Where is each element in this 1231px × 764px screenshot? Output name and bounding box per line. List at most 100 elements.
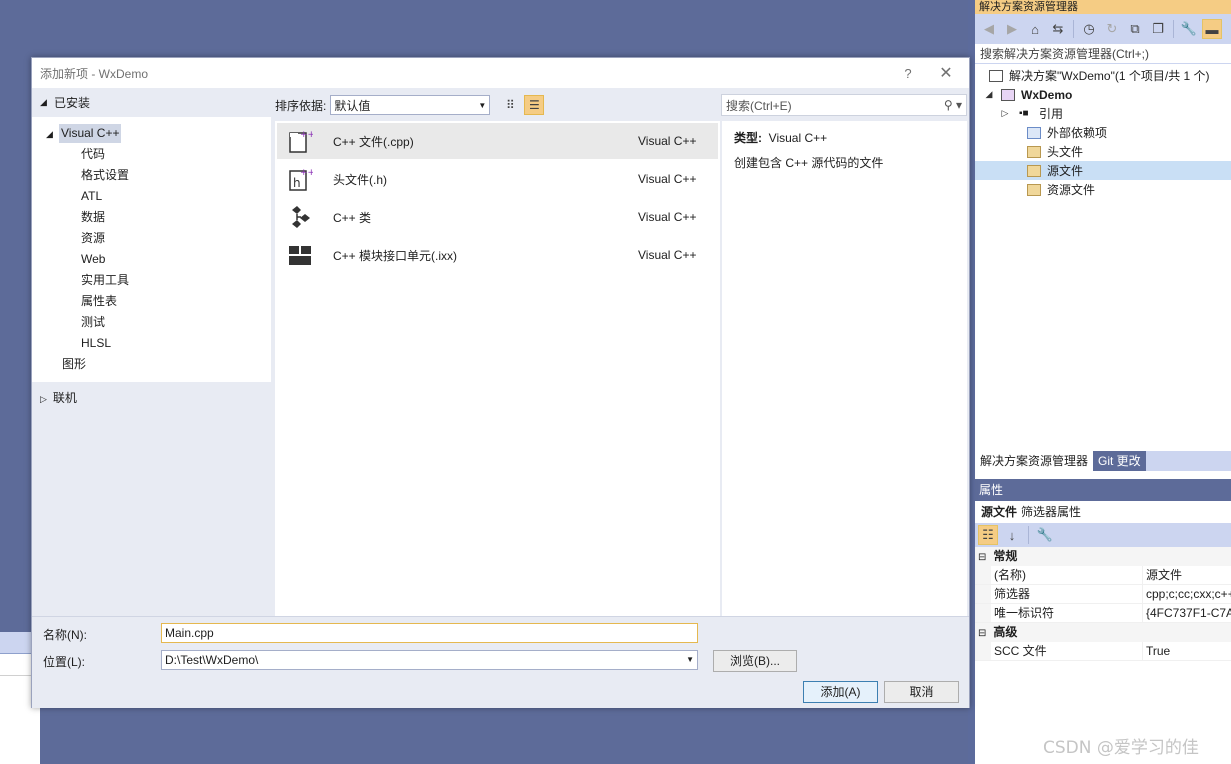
home-icon[interactable]: ⌂ <box>1025 19 1045 39</box>
categorized-icon[interactable]: ☷ <box>978 525 998 545</box>
tree-item-project[interactable]: ◢ WxDemo <box>975 85 1231 104</box>
filter-folder-icon <box>1027 145 1041 158</box>
switch-views-icon[interactable]: ⇆ <box>1048 19 1068 39</box>
back-icon[interactable]: ◀ <box>979 19 999 39</box>
forward-icon[interactable]: ▶ <box>1002 19 1022 39</box>
properties-object-selector[interactable]: 源文件 筛选器属性 <box>975 501 1231 523</box>
chevron-down-icon: ▼ <box>478 100 487 110</box>
category-item[interactable]: ATL <box>81 187 102 206</box>
tree-item-label: 头文件 <box>1047 145 1084 159</box>
show-all-files-icon[interactable]: ❐ <box>1148 19 1168 39</box>
template-item-class[interactable]: C++ 类 Visual C++ <box>277 199 718 235</box>
collapse-arrow-icon[interactable]: ◢ <box>46 125 53 144</box>
tree-item-header-files[interactable]: 头文件 <box>975 142 1231 161</box>
add-button[interactable]: 添加(A) <box>803 681 878 703</box>
category-item[interactable]: 测试 <box>81 313 105 332</box>
pending-changes-icon[interactable]: ◷ <box>1079 19 1099 39</box>
category-item[interactable]: 代码 <box>81 145 105 164</box>
property-row[interactable]: 筛选器cpp;c;cc;cxx;c++;cppm;ixx;def;odl;idl… <box>975 585 1231 604</box>
tab-solution-explorer[interactable]: 解决方案资源管理器 <box>975 451 1094 471</box>
svg-text:h: h <box>293 176 301 190</box>
tree-item-label: WxDemo <box>1021 87 1073 102</box>
category-tree: ◢ Visual C++ 代码 格式设置 ATL 数据 资源 Web 实用工具 … <box>32 117 271 382</box>
category-general[interactable]: ⊟ 常规 <box>975 547 1231 566</box>
category-item[interactable]: 实用工具 <box>81 271 129 290</box>
tree-item-source-files[interactable]: 源文件 <box>975 161 1231 180</box>
references-icon: ▪■ <box>1019 107 1029 119</box>
expand-arrow-icon[interactable]: ▷ <box>40 394 47 404</box>
collapse-icon[interactable]: ⊟ <box>978 624 990 643</box>
category-item[interactable]: 数据 <box>81 208 105 227</box>
location-combobox[interactable]: D:\Test\WxDemo\ ▼ <box>161 650 698 670</box>
category-item[interactable]: 属性表 <box>81 292 117 311</box>
alphabetical-icon[interactable]: ↓ <box>1002 525 1022 545</box>
tree-item-label: 外部依赖项 <box>1047 126 1108 140</box>
search-icon[interactable]: ⚲ ▾ <box>944 98 962 112</box>
property-grid: ⊟ 常规 (名称)源文件 筛选器cpp;c;cc;cxx;c++;cppm;ix… <box>975 547 1231 661</box>
solution-explorer-search[interactable]: 搜索解决方案资源管理器(Ctrl+;) <box>975 44 1231 64</box>
online-header[interactable]: ▷ 联机 <box>40 389 77 406</box>
tree-item-label: 资源文件 <box>1047 183 1096 197</box>
category-item[interactable]: Web <box>81 250 105 269</box>
category-item[interactable]: HLSL <box>81 334 111 353</box>
detail-type: 类型: Visual C++ <box>734 131 828 145</box>
help-button[interactable]: ? <box>893 66 923 81</box>
filter-folder-icon <box>1027 183 1041 196</box>
properties-wrench-icon[interactable]: 🔧 <box>1179 19 1199 39</box>
category-graphics[interactable]: 图形 <box>62 355 86 374</box>
template-item-module[interactable]: C++ 模块接口单元(.ixx) Visual C++ <box>277 237 718 273</box>
solution-explorer: 解决方案资源管理器 ◀ ▶ ⌂ ⇆ ◷ ↻ ⧉ ❐ 🔧 ▬ 搜索解决方案资源管理… <box>975 0 1231 764</box>
module-icon <box>287 242 313 268</box>
collapse-all-icon[interactable]: ⧉ <box>1125 19 1145 39</box>
category-item[interactable]: 资源 <box>81 229 105 248</box>
property-row[interactable]: SCC 文件 True <box>975 642 1231 661</box>
property-row[interactable]: (名称) 源文件 <box>975 566 1231 585</box>
category-advanced[interactable]: ⊟ 高级 <box>975 623 1231 642</box>
template-list: ++ C++ 文件(.cpp) Visual C++ h ++ 头文件(.h) V… <box>275 121 720 616</box>
properties-toolbar: ☷ ↓ 🔧 <box>975 523 1231 547</box>
properties-panel: 属性 源文件 筛选器属性 ☷ ↓ 🔧 ⊟ 常规 (名称) 源文件 筛选器 cpp;c;… <box>975 479 1231 764</box>
name-input[interactable]: Main.cpp <box>161 623 698 643</box>
property-pages-wrench-icon[interactable]: 🔧 <box>1035 525 1055 545</box>
preview-selected-icon[interactable]: ▬ <box>1202 19 1222 39</box>
project-icon <box>1001 88 1015 101</box>
list-view-icon[interactable]: ☰ <box>524 95 545 115</box>
properties-title: 属性 <box>975 479 1231 501</box>
close-button[interactable]: ✕ <box>923 63 969 83</box>
tree-item-label: 源文件 <box>1047 164 1084 178</box>
tree-item-references[interactable]: ▷ ▪■ 引用 <box>975 104 1231 123</box>
small-icons-view-icon[interactable]: ⠿ <box>500 95 520 115</box>
expand-arrow-icon[interactable]: ▷ <box>999 108 1011 119</box>
svg-text:++: ++ <box>300 168 313 178</box>
name-label: 名称(N): <box>43 628 87 642</box>
category-visual-cpp[interactable]: Visual C++ <box>59 124 122 143</box>
sort-label: 排序依据: <box>275 98 327 113</box>
category-item[interactable]: 格式设置 <box>81 166 129 185</box>
installed-header[interactable]: ◢ 已安装 <box>32 88 271 117</box>
solution-explorer-title: 解决方案资源管理器 <box>975 0 1231 14</box>
cpp-file-icon: ++ <box>287 128 313 154</box>
cancel-button[interactable]: 取消 <box>884 681 959 703</box>
location-label: 位置(L): <box>43 655 86 669</box>
collapse-icon[interactable]: ⊟ <box>978 548 990 567</box>
template-item-cpp[interactable]: ++ C++ 文件(.cpp) Visual C++ <box>277 123 718 159</box>
browse-button[interactable]: 浏览(B)... <box>713 650 797 672</box>
sort-select[interactable]: 默认值 ▼ <box>330 95 491 115</box>
tree-item-external-deps[interactable]: 外部依赖项 <box>975 123 1231 142</box>
filter-folder-icon <box>1027 164 1041 177</box>
template-detail-pane: 类型: Visual C++ 创建包含 C++ 源代码的文件 <box>721 121 967 616</box>
template-search-input[interactable]: 搜索(Ctrl+E) ⚲ ▾ <box>721 94 967 116</box>
template-item-header[interactable]: h ++ 头文件(.h) Visual C++ <box>277 161 718 197</box>
solution-tree: 解决方案"WxDemo"(1 个项目/共 1 个) ◢ WxDemo ▷ ▪■ … <box>975 64 1231 199</box>
dialog-titlebar: 添加新项 - WxDemo ? ✕ <box>32 58 969 88</box>
collapse-arrow-icon[interactable]: ◢ <box>983 89 995 100</box>
cpp-class-icon <box>287 204 313 230</box>
collapse-arrow-icon[interactable]: ◢ <box>40 97 54 108</box>
tree-item-solution[interactable]: 解决方案"WxDemo"(1 个项目/共 1 个) <box>975 66 1231 85</box>
chevron-down-icon[interactable]: ▼ <box>686 651 694 669</box>
category-pane: ◢ 已安装 ◢ Visual C++ 代码 格式设置 ATL 数据 资源 Web… <box>32 88 271 616</box>
tree-item-resource-files[interactable]: 资源文件 <box>975 180 1231 199</box>
property-row[interactable]: 唯一标识符{4FC737F1-C7A5-4376-A066-2A32D752A2… <box>975 604 1231 623</box>
refresh-icon[interactable]: ↻ <box>1102 19 1122 39</box>
tab-git-changes[interactable]: Git 更改 <box>1093 451 1146 471</box>
